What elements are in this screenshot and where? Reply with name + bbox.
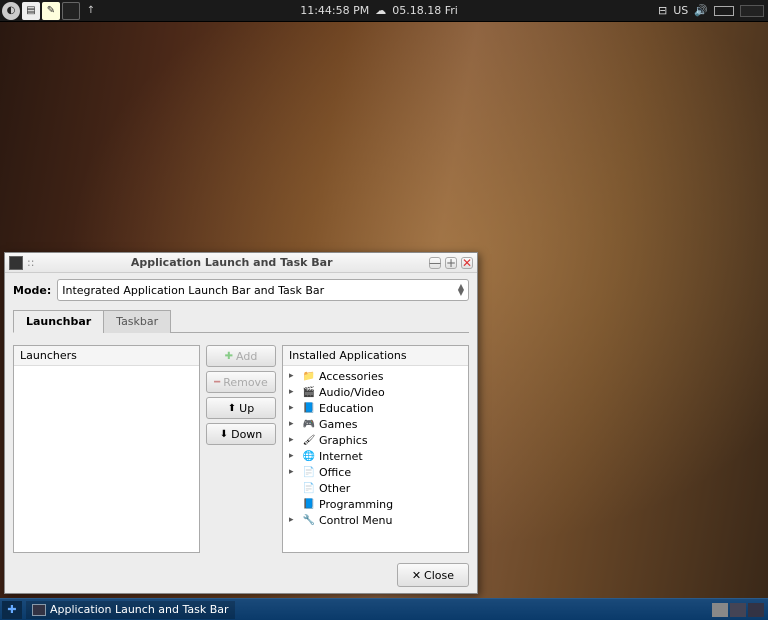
category-label: Audio/Video	[319, 386, 385, 399]
add-button[interactable]: ✚Add	[206, 345, 276, 367]
dialog-window: :: Application Launch and Task Bar — + ✕…	[4, 252, 478, 594]
filemanager-icon[interactable]: ▤	[22, 2, 40, 20]
category-label: Education	[319, 402, 374, 415]
close-button[interactable]: ✕ Close	[397, 563, 469, 587]
battery-icon[interactable]	[714, 6, 734, 16]
tree-arrow-icon: ▸	[289, 419, 299, 429]
window-title: Application Launch and Task Bar	[34, 256, 429, 269]
tree-arrow-icon: ▸	[289, 451, 299, 461]
category-label: Programming	[319, 498, 393, 511]
installed-pane[interactable]: Installed Applications ▸📁Accessories▸🎬Au…	[282, 345, 469, 553]
category-item[interactable]: 📘Programming	[287, 496, 464, 512]
down-button[interactable]: ⬇Down	[206, 423, 276, 445]
category-item[interactable]: ▸🌐Internet	[287, 448, 464, 464]
up-button[interactable]: ⬆Up	[206, 397, 276, 419]
menu-icon[interactable]: ◐	[2, 2, 20, 20]
category-icon: 🖌	[302, 433, 316, 447]
start-button[interactable]: ✚	[2, 601, 22, 619]
clock-time: 11:44:58 PM	[300, 4, 369, 17]
category-icon: 🌐	[302, 449, 316, 463]
keyboard-layout[interactable]: US	[673, 4, 688, 17]
category-label: Graphics	[319, 434, 368, 447]
category-item[interactable]: ▸📁Accessories	[287, 368, 464, 384]
tree-arrow-icon: ▸	[289, 403, 299, 413]
category-label: Accessories	[319, 370, 383, 383]
tree-arrow-icon: ▸	[289, 435, 299, 445]
category-label: Games	[319, 418, 357, 431]
editor-icon[interactable]: ✎	[42, 2, 60, 20]
category-icon: 📘	[302, 401, 316, 415]
category-icon: 📄	[302, 465, 316, 479]
category-icon: 🎬	[302, 385, 316, 399]
arrow-up-icon[interactable]: ↑	[82, 2, 100, 20]
window-icon	[9, 256, 23, 270]
taskbar-window-icon	[32, 604, 46, 616]
category-icon: 📄	[302, 481, 316, 495]
tree-arrow-icon: ▸	[289, 467, 299, 477]
show-desktop-icon[interactable]	[712, 603, 728, 617]
minus-icon: ━	[214, 377, 220, 388]
category-icon: 🎮	[302, 417, 316, 431]
category-icon: 🔧	[302, 513, 316, 527]
bottom-panel: ✚ Application Launch and Task Bar	[0, 598, 768, 620]
category-label: Other	[319, 482, 350, 495]
plus-icon: ✚	[225, 351, 233, 362]
clock-date: 05.18.18 Fri	[392, 4, 458, 17]
tree-arrow-icon: ▸	[289, 387, 299, 397]
taskbar-item[interactable]: Application Launch and Task Bar	[26, 601, 235, 619]
tree-arrow-icon: ▸	[289, 371, 299, 381]
chevron-updown-icon: ▲▼	[458, 284, 464, 296]
category-label: Control Menu	[319, 514, 392, 527]
category-item[interactable]: ▸🔧Control Menu	[287, 512, 464, 528]
minimize-button[interactable]: —	[429, 257, 441, 269]
mode-label: Mode:	[13, 284, 51, 297]
close-icon[interactable]: ✕	[461, 257, 473, 269]
mode-value: Integrated Application Launch Bar and Ta…	[62, 284, 324, 297]
launchers-pane[interactable]: Launchers	[13, 345, 200, 553]
weather-icon: ☁	[375, 4, 386, 17]
category-item[interactable]: 📄Other	[287, 480, 464, 496]
category-item[interactable]: ▸📘Education	[287, 400, 464, 416]
top-panel: ◐ ▤ ✎ ▮ ↑ 11:44:58 PM ☁ 05.18.18 Fri ⊟ U…	[0, 0, 768, 22]
mode-select[interactable]: Integrated Application Launch Bar and Ta…	[57, 279, 469, 301]
taskbar-item-label: Application Launch and Task Bar	[50, 603, 229, 616]
category-item[interactable]: ▸🎬Audio/Video	[287, 384, 464, 400]
tab-taskbar[interactable]: Taskbar	[103, 310, 171, 333]
arrow-up-icon: ⬆	[228, 403, 236, 414]
network-icon[interactable]: ⊟	[658, 4, 667, 17]
category-item[interactable]: ▸📄Office	[287, 464, 464, 480]
terminal-icon[interactable]: ▮	[62, 2, 80, 20]
category-item[interactable]: ▸🎮Games	[287, 416, 464, 432]
installed-header: Installed Applications	[283, 346, 468, 366]
category-tree[interactable]: ▸📁Accessories▸🎬Audio/Video▸📘Education▸🎮G…	[283, 366, 468, 530]
workspace-switcher-icon[interactable]	[748, 603, 764, 617]
category-label: Internet	[319, 450, 363, 463]
remove-button[interactable]: ━Remove	[206, 371, 276, 393]
x-icon: ✕	[412, 569, 421, 582]
category-label: Office	[319, 466, 351, 479]
category-icon: 📘	[302, 497, 316, 511]
tab-launchbar[interactable]: Launchbar	[13, 310, 104, 333]
category-item[interactable]: ▸🖌Graphics	[287, 432, 464, 448]
workspace-icon[interactable]	[730, 603, 746, 617]
launchers-list[interactable]	[14, 366, 199, 370]
title-prefix: ::	[27, 256, 34, 269]
category-icon: 📁	[302, 369, 316, 383]
cpu-icon[interactable]	[740, 5, 764, 17]
volume-icon[interactable]: 🔊	[694, 4, 708, 17]
tabs: Launchbar Taskbar	[13, 309, 469, 333]
titlebar[interactable]: :: Application Launch and Task Bar — + ✕	[5, 253, 477, 273]
arrow-down-icon: ⬇	[220, 429, 228, 440]
tree-arrow-icon: ▸	[289, 515, 299, 525]
launchers-header: Launchers	[14, 346, 199, 366]
maximize-button[interactable]: +	[445, 257, 457, 269]
